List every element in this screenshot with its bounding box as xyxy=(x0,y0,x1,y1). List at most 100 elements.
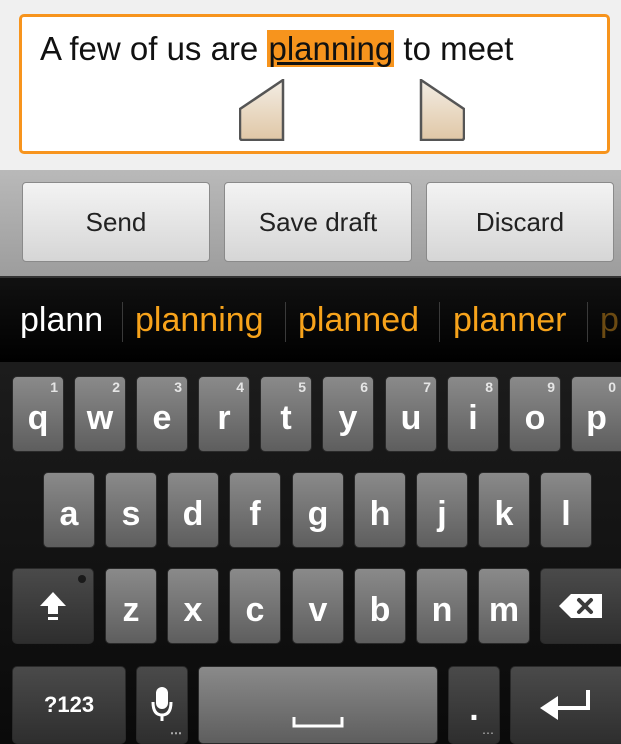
suggestion-separator xyxy=(439,302,440,342)
selected-text[interactable]: planning xyxy=(267,30,395,67)
enter-icon xyxy=(540,690,590,720)
key-w[interactable]: 2w xyxy=(74,376,126,452)
key-j[interactable]: j xyxy=(416,472,468,548)
space-key[interactable] xyxy=(198,666,438,744)
backspace-key[interactable] xyxy=(540,568,621,644)
key-label: v xyxy=(308,590,328,629)
save-draft-button[interactable]: Save draft xyxy=(224,182,412,262)
key-t[interactable]: 5t xyxy=(260,376,312,452)
key-label: b xyxy=(369,590,391,629)
microphone-key[interactable]: ⋯ xyxy=(136,666,188,744)
key-number-hint: 8 xyxy=(485,379,493,395)
key-r[interactable]: 4r xyxy=(198,376,250,452)
key-number-hint: 0 xyxy=(608,379,616,395)
key-g[interactable]: g xyxy=(292,472,344,548)
key-e[interactable]: 3e xyxy=(136,376,188,452)
key-label: h xyxy=(369,494,391,533)
key-label: a xyxy=(59,494,79,533)
suggestion-typed-word[interactable]: plann xyxy=(20,278,103,362)
key-a[interactable]: a xyxy=(43,472,95,548)
shift-arrow-icon xyxy=(40,592,66,620)
key-q[interactable]: 1q xyxy=(12,376,64,452)
key-label: c xyxy=(245,590,265,629)
suggestion-separator xyxy=(587,302,588,342)
key-z[interactable]: z xyxy=(105,568,157,644)
symbols-key[interactable]: ?123 xyxy=(12,666,126,744)
key-number-hint: 7 xyxy=(423,379,431,395)
key-number-hint: 2 xyxy=(112,379,120,395)
key-i[interactable]: 8i xyxy=(447,376,499,452)
key-f[interactable]: f xyxy=(229,472,281,548)
key-y[interactable]: 6y xyxy=(322,376,374,452)
action-bar: Send Save draft Discard xyxy=(0,170,621,276)
key-number-hint: 1 xyxy=(50,379,58,395)
key-s[interactable]: s xyxy=(105,472,157,548)
key-number-hint: 9 xyxy=(547,379,555,395)
key-label: k xyxy=(494,494,514,533)
key-label: n xyxy=(431,590,453,629)
send-button[interactable]: Send xyxy=(22,182,210,262)
key-o[interactable]: 9o xyxy=(509,376,561,452)
text-before: A few of us are xyxy=(40,30,268,67)
key-d[interactable]: d xyxy=(167,472,219,548)
key-k[interactable]: k xyxy=(478,472,530,548)
key-label: q xyxy=(27,398,49,437)
key-number-hint: 4 xyxy=(236,379,244,395)
suggestion-item[interactable]: planner xyxy=(453,278,566,362)
key-label: g xyxy=(307,494,329,533)
key-c[interactable]: c xyxy=(229,568,281,644)
key-label: x xyxy=(183,590,203,629)
key-label: j xyxy=(437,494,447,533)
microphone-icon xyxy=(151,687,173,721)
key-n[interactable]: n xyxy=(416,568,468,644)
key-label: y xyxy=(338,398,358,437)
compose-area: A few of us are planning to meet xyxy=(0,0,621,170)
more-dots-icon: ⋯ xyxy=(482,726,494,740)
key-label: z xyxy=(122,590,140,629)
key-label: l xyxy=(561,494,571,533)
key-label: e xyxy=(152,398,172,437)
shift-key[interactable] xyxy=(12,568,94,644)
soft-keyboard: 1q 2w 3e 4r 5t 6y 7u 8i 9o 0p a s d f g … xyxy=(0,362,621,744)
key-label: w xyxy=(86,398,114,437)
key-x[interactable]: x xyxy=(167,568,219,644)
key-label: ?123 xyxy=(43,692,95,717)
key-label: u xyxy=(400,398,422,437)
key-v[interactable]: v xyxy=(292,568,344,644)
key-label: s xyxy=(121,494,141,533)
key-l[interactable]: l xyxy=(540,472,592,548)
key-u[interactable]: 7u xyxy=(385,376,437,452)
enter-key[interactable] xyxy=(510,666,621,744)
message-text: A few of us are planning to meet xyxy=(40,27,513,71)
shift-indicator-icon xyxy=(78,575,86,583)
suggestion-separator xyxy=(285,302,286,342)
key-label: o xyxy=(524,398,546,437)
key-number-hint: 3 xyxy=(174,379,182,395)
key-m[interactable]: m xyxy=(478,568,530,644)
key-p[interactable]: 0p xyxy=(571,376,621,452)
text-after: to meet xyxy=(394,30,514,67)
key-label: t xyxy=(280,398,292,437)
selection-handle-left-icon[interactable] xyxy=(239,79,285,141)
key-label: r xyxy=(217,398,231,437)
key-label: m xyxy=(488,590,520,629)
key-label: p xyxy=(586,398,607,437)
message-text-field[interactable]: A few of us are planning to meet xyxy=(19,14,610,154)
period-key[interactable]: . ⋯ xyxy=(448,666,500,744)
key-h[interactable]: h xyxy=(354,472,406,548)
suggestion-item[interactable]: p xyxy=(600,278,619,362)
suggestion-strip: plann planning planned planner p xyxy=(0,276,621,362)
space-bar-icon xyxy=(292,717,344,728)
key-label: . xyxy=(469,689,479,728)
key-label: d xyxy=(182,494,204,533)
suggestion-separator xyxy=(122,302,123,342)
suggestion-item[interactable]: planning xyxy=(135,278,264,362)
key-label: f xyxy=(249,494,261,533)
key-number-hint: 6 xyxy=(360,379,368,395)
key-b[interactable]: b xyxy=(354,568,406,644)
key-number-hint: 5 xyxy=(298,379,306,395)
discard-button[interactable]: Discard xyxy=(426,182,614,262)
suggestion-item[interactable]: planned xyxy=(298,278,419,362)
key-label: i xyxy=(468,398,478,437)
selection-handle-right-icon[interactable] xyxy=(419,79,465,141)
